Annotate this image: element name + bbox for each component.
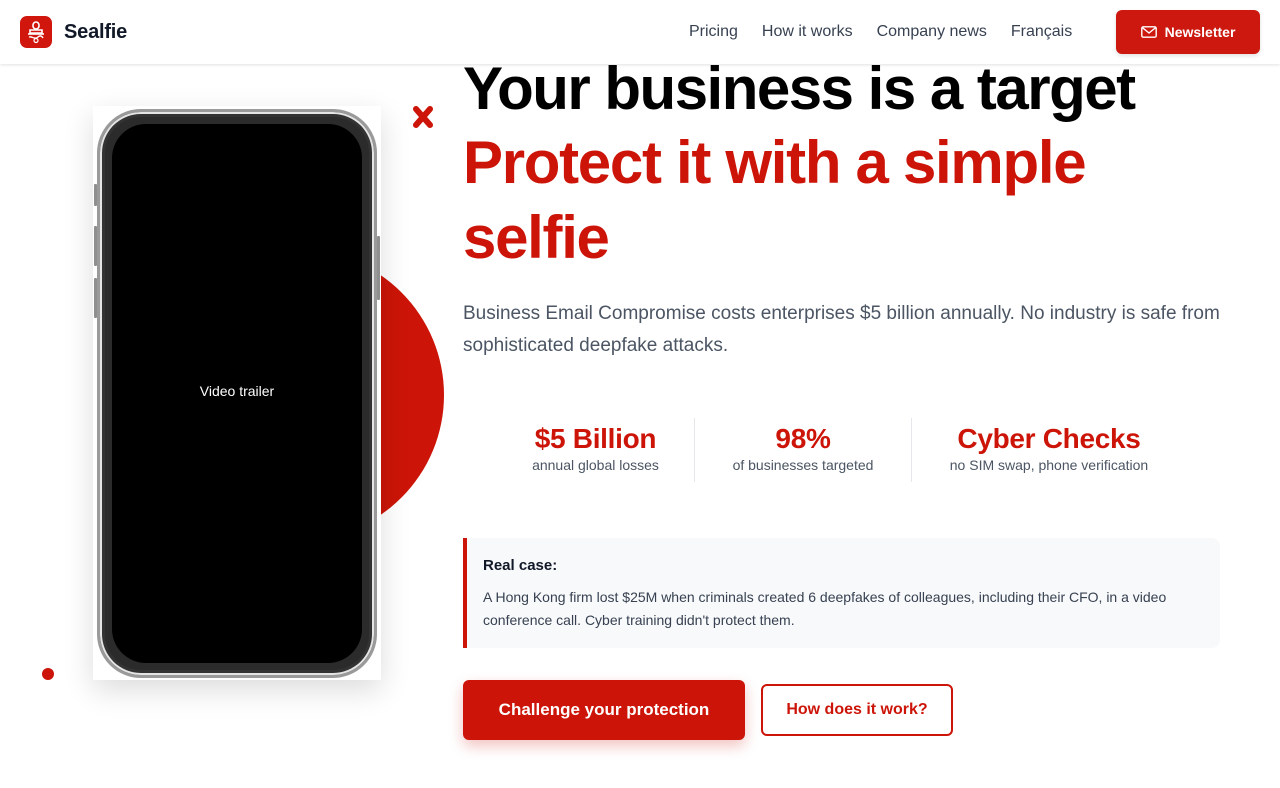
stat-value: $5 Billion bbox=[534, 423, 657, 454]
hero-description: Business Email Compromise costs enterpri… bbox=[463, 303, 1220, 356]
stamp-icon bbox=[20, 16, 52, 48]
nav-link-language[interactable]: Français bbox=[1011, 23, 1072, 41]
how-does-it-work-button[interactable]: How does it work? bbox=[761, 684, 953, 736]
video-card: Video trailer bbox=[93, 106, 381, 680]
case-title: Real case: bbox=[483, 557, 558, 574]
mail-icon bbox=[1140, 26, 1157, 38]
phone-frame: Video trailer bbox=[97, 109, 377, 678]
site-header: Sealfie Pricing How it works Company new… bbox=[0, 0, 1280, 64]
case-text: A Hong Kong firm lost $25M when criminal… bbox=[483, 589, 1167, 628]
stat-label: no SIM swap, phone verification bbox=[949, 457, 1149, 473]
brand-name: Sealfie bbox=[64, 20, 128, 43]
stat-item: Cyber Checks no SIM swap, phone verifica… bbox=[912, 418, 1186, 482]
stat-item: $5 Billion annual global losses bbox=[497, 418, 694, 482]
video-player[interactable]: Video trailer bbox=[112, 124, 362, 663]
main-nav: Pricing How it works Company news França… bbox=[689, 0, 1096, 64]
nav-link-how-it-works[interactable]: How it works bbox=[762, 23, 853, 41]
real-case-callout: Real case: A Hong Kong firm lost $25M wh… bbox=[463, 538, 1220, 648]
stats-row: $5 Billion annual global losses 98% of b… bbox=[497, 418, 1186, 482]
hero-headline: Your business is a target bbox=[463, 55, 1136, 122]
nav-link-pricing[interactable]: Pricing bbox=[689, 23, 738, 41]
decorative-red-dot bbox=[42, 668, 54, 680]
stat-label: annual global losses bbox=[532, 457, 659, 473]
brand[interactable]: Sealfie bbox=[20, 16, 127, 48]
newsletter-button[interactable]: Newsletter bbox=[1116, 10, 1260, 54]
hero-subheadline: Protect it with a simple selfie bbox=[463, 129, 1087, 271]
challenge-protection-button[interactable]: Challenge your protection bbox=[463, 680, 745, 740]
stat-label: of businesses targeted bbox=[732, 457, 874, 473]
hero: Your business is a target Protect it wit… bbox=[463, 56, 1243, 275]
phone-side-button bbox=[377, 236, 380, 300]
nav-link-company-news[interactable]: Company news bbox=[877, 23, 987, 41]
stat-value: 98% bbox=[775, 423, 831, 454]
stat-value: Cyber Checks bbox=[957, 423, 1141, 454]
decorative-cross-icon bbox=[410, 104, 436, 135]
stat-item: 98% of businesses targeted bbox=[695, 418, 911, 482]
video-label: Video trailer bbox=[199, 382, 275, 399]
newsletter-label: Newsletter bbox=[1164, 24, 1236, 40]
